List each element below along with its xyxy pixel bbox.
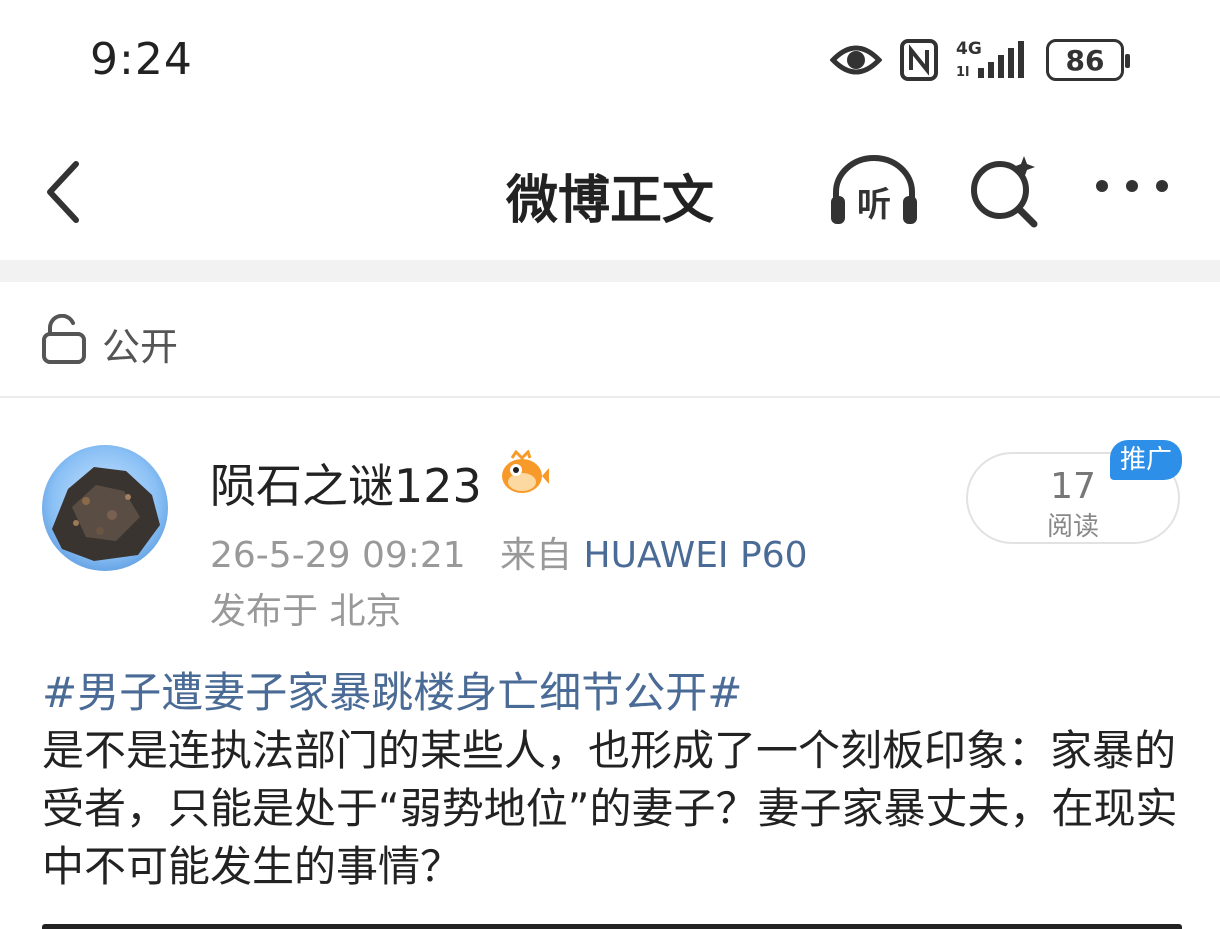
status-bar: 9:24 4G 1l 86 [0,0,1220,120]
fish-badge-icon[interactable] [498,450,550,498]
network-type: 4G [956,39,982,59]
post-location: 发布于 北京 [210,591,402,632]
promo-badge[interactable]: 推广 [1110,440,1182,480]
source-prefix: 来自 [500,535,573,576]
bottom-edge [42,924,1182,929]
nfc-icon [900,39,938,81]
status-time: 9:24 [90,34,193,85]
post-text: 是不是连执法部门的某些人，也形成了一个刻板印象：家暴的受者，只能是处于“弱势地位… [42,726,1178,891]
avatar[interactable] [42,445,168,571]
source-device[interactable]: HUAWEI P60 [584,535,808,576]
lock-icon [42,314,86,364]
post-datetime: 26-5-29 09:21 [210,535,466,576]
listen-label: 听 [857,185,891,225]
visibility-row[interactable]: 公开 [0,282,1220,398]
signal-icon: 4G 1l [956,39,1024,80]
hashtag-link[interactable]: #男子遭妻子家暴跳楼身亡细节公开# [42,664,1182,722]
back-icon[interactable] [36,152,96,232]
battery-icon: 86 [1046,39,1130,81]
more-icon[interactable] [1092,166,1172,206]
search-sparkle-icon[interactable] [964,150,1046,230]
post-meta: 26-5-29 09:21 来自 HUAWEI P60 [210,526,808,578]
post-body: #男子遭妻子家暴跳楼身亡细节公开# 是不是连执法部门的某些人，也形成了一个刻板印… [42,664,1182,896]
section-divider [0,260,1220,282]
status-icons: 4G 1l 86 [830,38,1130,82]
nav-bar: 微博正文 听 [0,120,1220,260]
visibility-label: 公开 [102,325,179,369]
author-name[interactable]: 陨石之谜123 [210,450,482,516]
headphones-icon[interactable]: 听 [826,150,922,230]
eye-icon [830,45,882,75]
battery-level: 86 [1065,43,1105,77]
read-label: 阅读 [1046,512,1099,542]
svg-text:1l: 1l [956,65,970,80]
